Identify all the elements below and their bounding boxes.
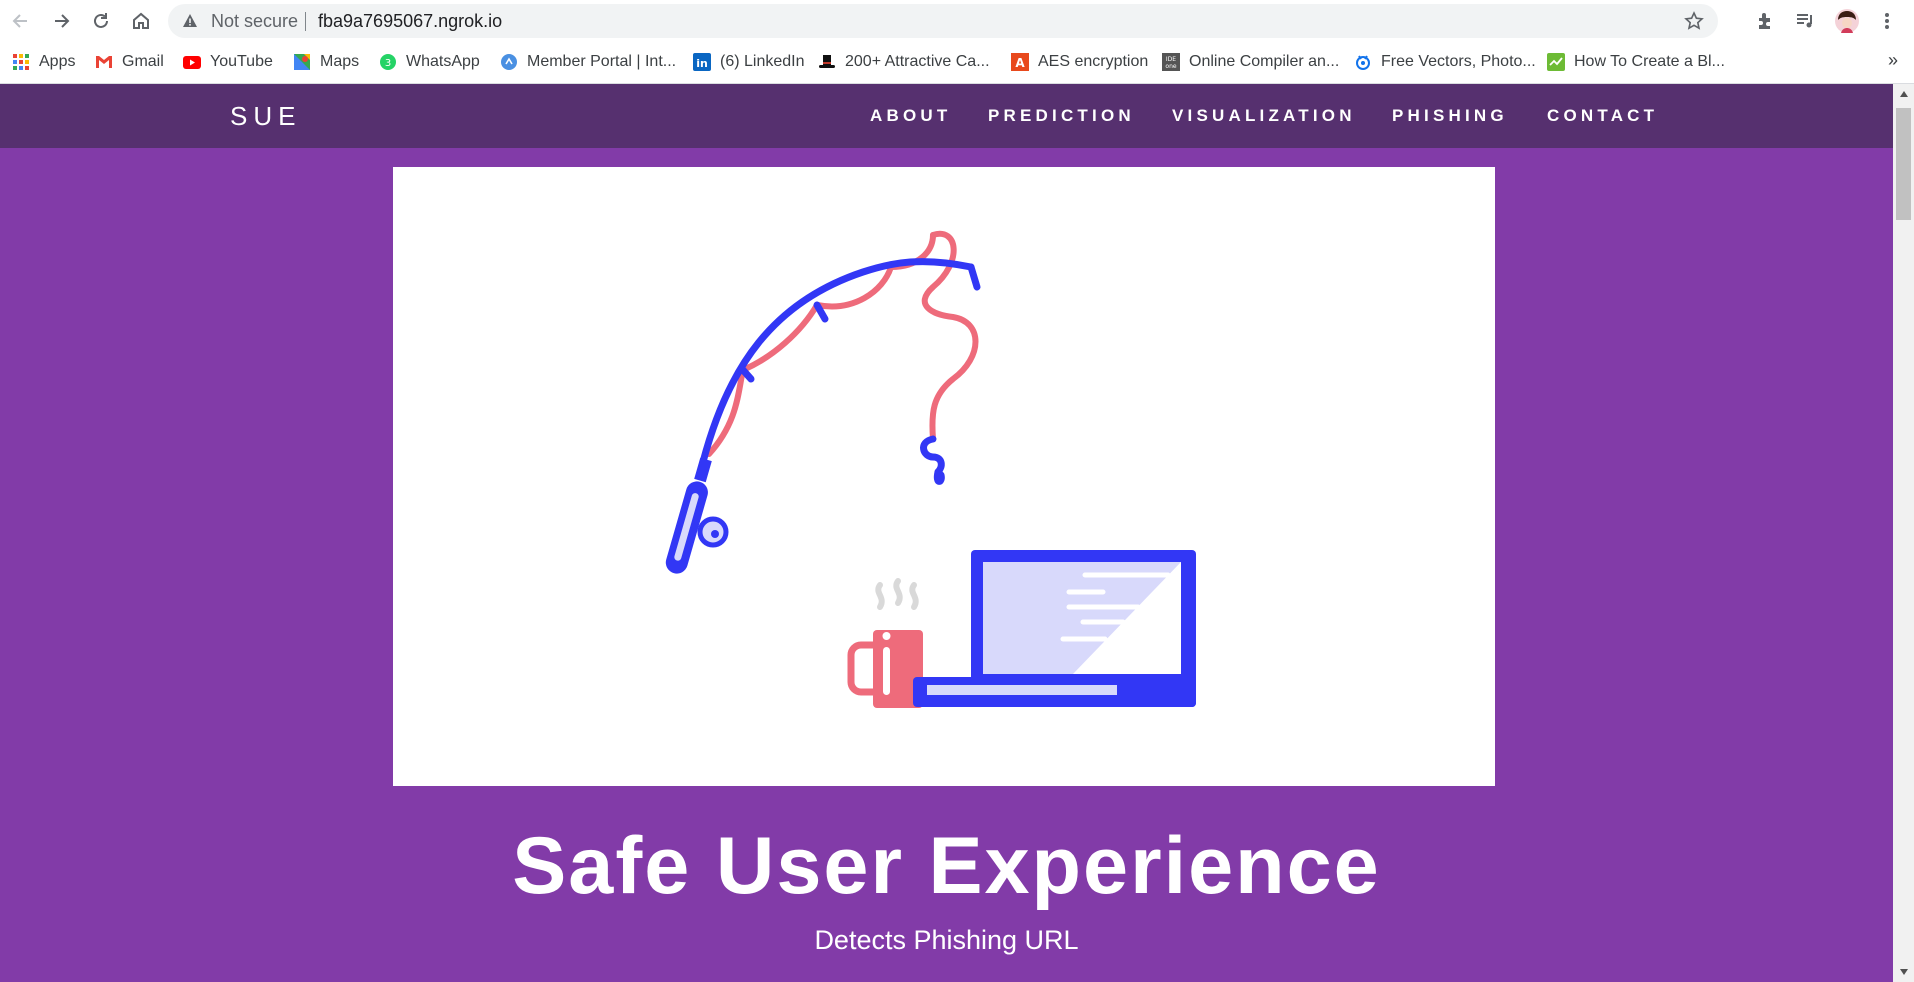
bookmark-label: Gmail (122, 53, 164, 70)
bookmark-label: Free Vectors, Photo... (1381, 53, 1536, 70)
gmail-icon (95, 53, 113, 71)
scroll-thumb[interactable] (1896, 108, 1911, 220)
browser-menu-icon[interactable] (1874, 8, 1900, 34)
bookmark-label: (6) LinkedIn (720, 53, 805, 70)
bookmarks-overflow-button[interactable]: » (1888, 50, 1898, 71)
youtube-icon (183, 53, 201, 71)
bookmark-ideone[interactable]: IDE one Online Compiler an... (1162, 50, 1339, 74)
bookmark-blog[interactable]: How To Create a Bl... (1547, 50, 1725, 74)
svg-text:IDE: IDE (1166, 56, 1176, 63)
bookmark-label: Member Portal | Int... (527, 53, 677, 70)
ideone-icon: IDE one (1162, 53, 1180, 71)
bookmark-label: Apps (39, 53, 76, 70)
back-arrow-icon (12, 14, 27, 28)
aes-icon: A (1011, 53, 1029, 71)
extensions-icon[interactable] (1753, 8, 1779, 34)
bookmark-apps[interactable]: Apps (12, 50, 75, 74)
fishing-hook (920, 435, 945, 485)
whatsapp-icon: 3 (379, 53, 397, 71)
security-label[interactable]: Not secure (211, 11, 298, 32)
apps-grid-icon (12, 53, 30, 71)
maps-icon (293, 53, 311, 71)
nav-link-contact[interactable]: CONTACT (1547, 106, 1658, 126)
svg-text:A: A (1015, 56, 1025, 70)
hero-subtitle: Detects Phishing URL (814, 925, 1079, 955)
nav-link-prediction[interactable]: PREDICTION (988, 106, 1135, 126)
laptop (913, 550, 1196, 707)
bookmark-gmail[interactable]: Gmail (95, 50, 164, 74)
member-portal-icon (500, 53, 518, 71)
bookmark-member-portal[interactable]: Member Portal | Int... (500, 50, 676, 74)
svg-text:one: one (1165, 63, 1176, 70)
site-navbar: SUE ABOUT PREDICTION VISUALIZATION PHISH… (0, 84, 1893, 148)
bookmark-youtube[interactable]: YouTube (183, 50, 273, 74)
blog-icon (1547, 53, 1565, 71)
nav-link-about[interactable]: ABOUT (870, 106, 951, 126)
forward-button[interactable] (48, 8, 74, 34)
bookmark-aes[interactable]: A AES encryption (1011, 50, 1148, 74)
bookmark-label: Maps (320, 53, 360, 70)
profile-avatar[interactable] (1834, 8, 1860, 34)
bookmark-linkedin[interactable]: in (6) LinkedIn (693, 50, 805, 74)
bookmark-whatsapp[interactable]: 3 WhatsApp (379, 50, 480, 74)
bookmark-label: How To Create a Bl... (1574, 53, 1725, 70)
reload-icon (94, 13, 108, 28)
hero-title: Safe User Experience (512, 821, 1381, 911)
page-scrollbar[interactable] (1893, 84, 1914, 982)
address-bar[interactable]: Not secure fba9a7695067.ngrok.io (168, 4, 1718, 38)
svg-text:in: in (696, 57, 708, 70)
bookmarks-bar: Apps Gmail YouTube Maps 3 WhatsApp Membe… (0, 42, 1914, 84)
bookmark-star-icon[interactable] (1684, 11, 1704, 36)
bookmark-label: Online Compiler an... (1189, 53, 1340, 70)
forward-arrow-icon (55, 14, 70, 28)
media-control-icon[interactable] (1792, 8, 1818, 34)
home-icon (133, 12, 149, 29)
home-button[interactable] (128, 8, 154, 34)
scroll-up-arrow-icon[interactable] (1893, 84, 1914, 104)
bookmark-maps[interactable]: Maps (293, 50, 359, 74)
fishing-rod (699, 258, 981, 466)
bookmark-label: 200+ Attractive Ca... (845, 53, 990, 70)
hero-illustration-card (393, 167, 1495, 786)
bookmark-attractive[interactable]: 200+ Attractive Ca... (818, 50, 990, 74)
nav-link-phishing[interactable]: PHISHING (1392, 106, 1508, 126)
browser-toolbar: Not secure fba9a7695067.ngrok.io (0, 0, 1914, 42)
bookmark-label: WhatsApp (406, 53, 480, 70)
bookmark-label: AES encryption (1038, 53, 1149, 70)
rod-handle (665, 457, 729, 574)
back-button[interactable] (8, 8, 34, 34)
scroll-down-arrow-icon[interactable] (1893, 962, 1914, 982)
phishing-illustration (665, 230, 1196, 708)
freepik-icon (1354, 53, 1372, 71)
top-hat-icon (818, 53, 836, 71)
warning-icon[interactable] (182, 13, 198, 34)
svg-text:3: 3 (385, 58, 391, 69)
coffee-mug (847, 578, 923, 708)
bookmark-freepik[interactable]: Free Vectors, Photo... (1354, 50, 1536, 74)
site-brand[interactable]: SUE (230, 101, 301, 132)
url-text[interactable]: fba9a7695067.ngrok.io (318, 11, 502, 32)
fishing-line (706, 230, 979, 457)
linkedin-icon: in (693, 53, 711, 71)
bookmark-label: YouTube (210, 53, 273, 70)
reload-button[interactable] (88, 8, 114, 34)
omnibox-divider (305, 12, 306, 31)
nav-link-visualization[interactable]: VISUALIZATION (1172, 106, 1356, 126)
